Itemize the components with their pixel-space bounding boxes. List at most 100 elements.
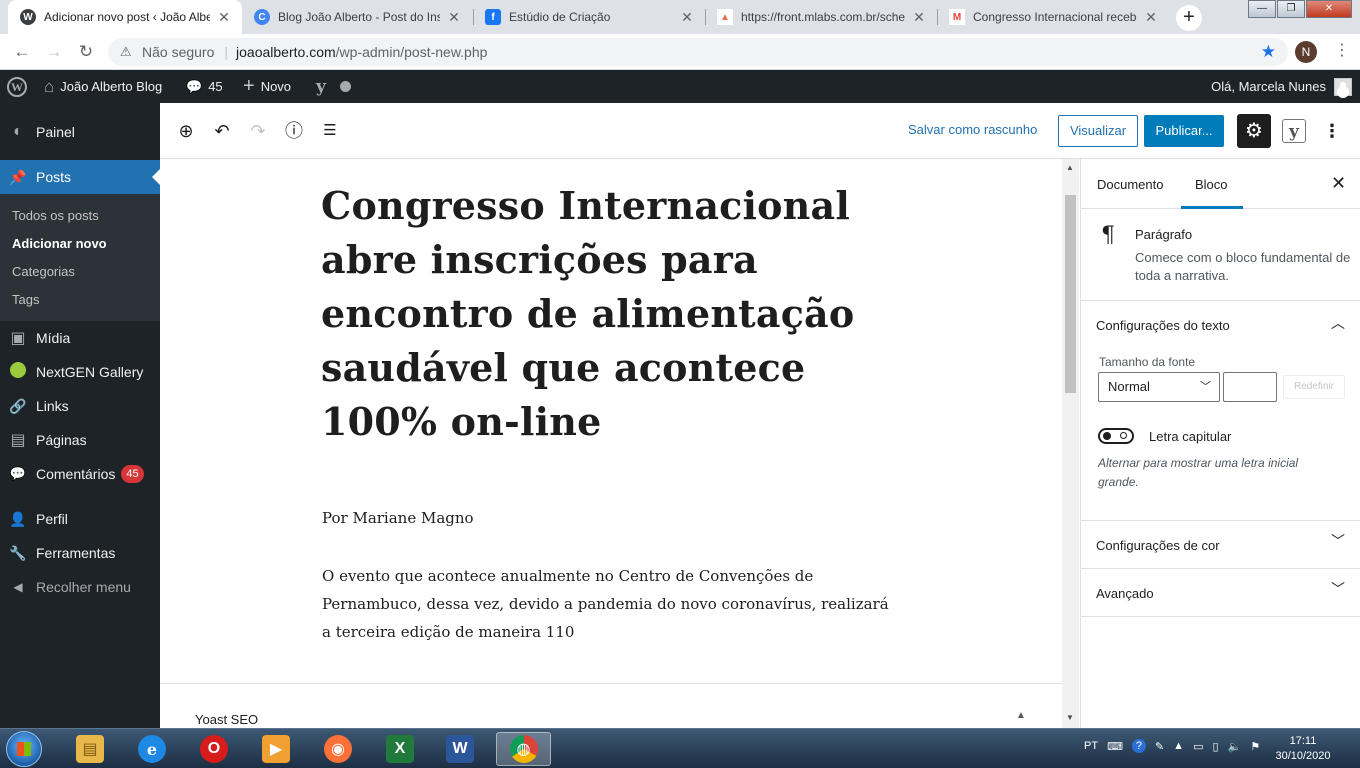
tray-expand-icon[interactable]: ▲ [1173,740,1184,752]
collapse-menu-button[interactable]: ◀ Recolher menu [0,570,160,604]
publish-button[interactable]: Publicar... [1144,115,1224,147]
content-info-icon[interactable]: ⓘ [282,119,306,143]
drop-cap-toggle[interactable] [1098,428,1134,444]
browser-menu-icon[interactable]: ⋮ [1334,40,1350,60]
close-tab-icon[interactable]: ✕ [1143,9,1159,26]
menu-item-comentarios[interactable]: 💬 Comentários 45 [0,457,160,491]
browser-tab[interactable]: C Blog João Alberto - Post do Inst ✕ [242,0,472,34]
post-title[interactable]: Congresso Internacional abre inscrições … [321,179,901,449]
new-tab-button[interactable]: + [1176,5,1202,31]
more-options-icon[interactable]: ⋮ [1322,119,1342,143]
reset-button[interactable]: Redefinir [1283,375,1345,399]
chevron-down-icon[interactable]: ﹀ [1331,531,1345,551]
caret-up-icon[interactable]: ▲ [1016,710,1026,721]
submenu-add-new[interactable]: Adicionar novo [12,236,107,251]
menu-item-nextgen[interactable]: NextGEN Gallery [0,355,160,389]
close-window-button[interactable]: ✕ [1306,0,1352,18]
menu-item-posts[interactable]: 📌 Posts [0,160,160,194]
font-size-label: Tamanho da fonte [1099,355,1196,369]
tab-document[interactable]: Documento [1097,177,1163,192]
reload-button[interactable]: ↻ [74,40,98,64]
opera-taskbar-icon[interactable]: O [190,732,238,766]
menu-item-perfil[interactable]: 👤 Perfil [0,502,160,536]
browser-tab[interactable]: f Estúdio de Criação ✕ [473,0,705,34]
network-icon[interactable]: ▭ [1193,740,1203,753]
close-sidebar-icon[interactable]: ✕ [1331,173,1346,194]
warning-icon[interactable]: ⚠ [120,44,138,60]
body-paragraph[interactable]: O evento que acontece anualmente no Cent… [322,562,902,646]
maximize-button[interactable]: ❐ [1277,0,1305,18]
internet-explorer-taskbar-icon[interactable]: e [128,732,176,766]
menu-item-paginas[interactable]: ▤ Páginas [0,423,160,457]
comments-link[interactable]: 💬 45 [186,70,223,103]
volume-icon[interactable]: 🔈 [1228,740,1242,753]
text-settings-toggle[interactable]: Configurações do texto [1096,318,1230,333]
forward-button[interactable]: → [42,40,66,64]
close-tab-icon[interactable]: ✕ [679,9,695,26]
chevron-up-icon[interactable]: ︿ [1331,313,1345,333]
url-text[interactable]: joaoalberto.com/wp-admin/post-new.php [236,44,487,60]
submenu-categories[interactable]: Categorias [12,264,75,279]
editor-scrollbar[interactable]: ▲ ▼ [1062,159,1079,728]
settings-gear-icon[interactable]: ⚙ [1237,114,1271,148]
block-navigation-icon[interactable]: ☰ [318,119,342,143]
language-indicator[interactable]: PT [1084,740,1098,752]
new-content-link[interactable]: + Novo [243,70,291,103]
submenu-tags[interactable]: Tags [12,292,39,307]
help-icon[interactable]: ? [1131,739,1146,753]
chevron-down-icon[interactable]: ﹀ [1331,579,1345,599]
menu-item-painel[interactable]: ◐ Painel [0,115,160,149]
clock[interactable]: 17:11 30/10/2020 [1268,734,1338,764]
chrome-taskbar-icon[interactable]: ◍ [496,732,551,766]
site-name: João Alberto Blog [60,79,163,94]
security-status[interactable]: Não seguro [142,44,214,60]
battery-icon[interactable]: ▯ [1212,740,1218,753]
bookmark-star-icon[interactable]: ★ [1261,42,1276,62]
browser-tab[interactable]: ▲ https://front.mlabs.com.br/sche ✕ [705,0,937,34]
link-icon: 🔗 [9,397,27,414]
site-name-link[interactable]: ⌂ João Alberto Blog [44,70,162,103]
menu-label: Mídia [36,330,71,346]
add-block-icon[interactable]: ⊕ [174,119,198,143]
close-tab-icon[interactable]: ✕ [446,9,462,26]
back-button[interactable]: ← [10,40,34,64]
yoast-menu[interactable]: y [316,70,351,103]
browser-tab[interactable]: M Congresso Internacional recebe ✕ [937,0,1169,34]
advanced-toggle[interactable]: Avançado [1096,586,1154,601]
save-draft-button[interactable]: Salvar como rascunho [908,122,1037,137]
start-button[interactable] [6,731,42,767]
pen-icon[interactable]: ✎ [1155,740,1164,753]
menu-item-midia[interactable]: ▣ Mídia [0,321,160,355]
menu-item-links[interactable]: 🔗 Links [0,389,160,423]
close-tab-icon[interactable]: ✕ [216,9,232,26]
tab-block[interactable]: Bloco [1181,177,1243,209]
byline-paragraph[interactable]: Por Mariane Magno [322,509,474,527]
redo-icon[interactable]: ↷ [246,119,270,143]
menu-item-ferramentas[interactable]: 🔧 Ferramentas [0,536,160,570]
wordpress-logo-icon[interactable]: W [7,70,27,103]
scroll-up-icon[interactable]: ▲ [1066,163,1074,172]
close-tab-icon[interactable]: ✕ [911,9,927,26]
scroll-thumb[interactable] [1065,195,1076,393]
custom-font-size-input[interactable] [1223,372,1277,402]
preview-button[interactable]: Visualizar [1058,115,1138,147]
color-settings-toggle[interactable]: Configurações de cor [1096,538,1220,553]
profile-avatar[interactable]: N [1295,41,1317,63]
media-player-taskbar-icon[interactable]: ▶ [252,732,300,766]
yoast-seo-icon[interactable]: y [1282,119,1306,143]
submenu-all-posts[interactable]: Todos os posts [12,208,99,223]
yoast-seo-metabox[interactable]: Yoast SEO ▲ [160,683,1062,728]
browser-tab-active[interactable]: W Adicionar novo post ‹ João Albe ✕ [8,0,242,34]
firefox-taskbar-icon[interactable]: ◉ [314,732,362,766]
keyboard-icon[interactable]: ⌨ [1107,740,1123,753]
word-taskbar-icon[interactable]: W [436,732,484,766]
action-center-flag-icon[interactable]: ⚑ [1250,740,1260,753]
excel-taskbar-icon[interactable]: X [376,732,424,766]
account-menu[interactable]: Olá, Marcela Nunes [1211,70,1352,103]
font-size-select[interactable]: Normal ﹀ [1098,372,1220,402]
undo-icon[interactable]: ↶ [210,119,234,143]
minimize-button[interactable]: — [1248,0,1276,18]
address-bar[interactable]: ⚠ Não seguro | joaoalberto.com/wp-admin/… [108,38,1288,66]
explorer-taskbar-icon[interactable]: ▤ [66,732,114,766]
scroll-down-icon[interactable]: ▼ [1066,713,1074,722]
